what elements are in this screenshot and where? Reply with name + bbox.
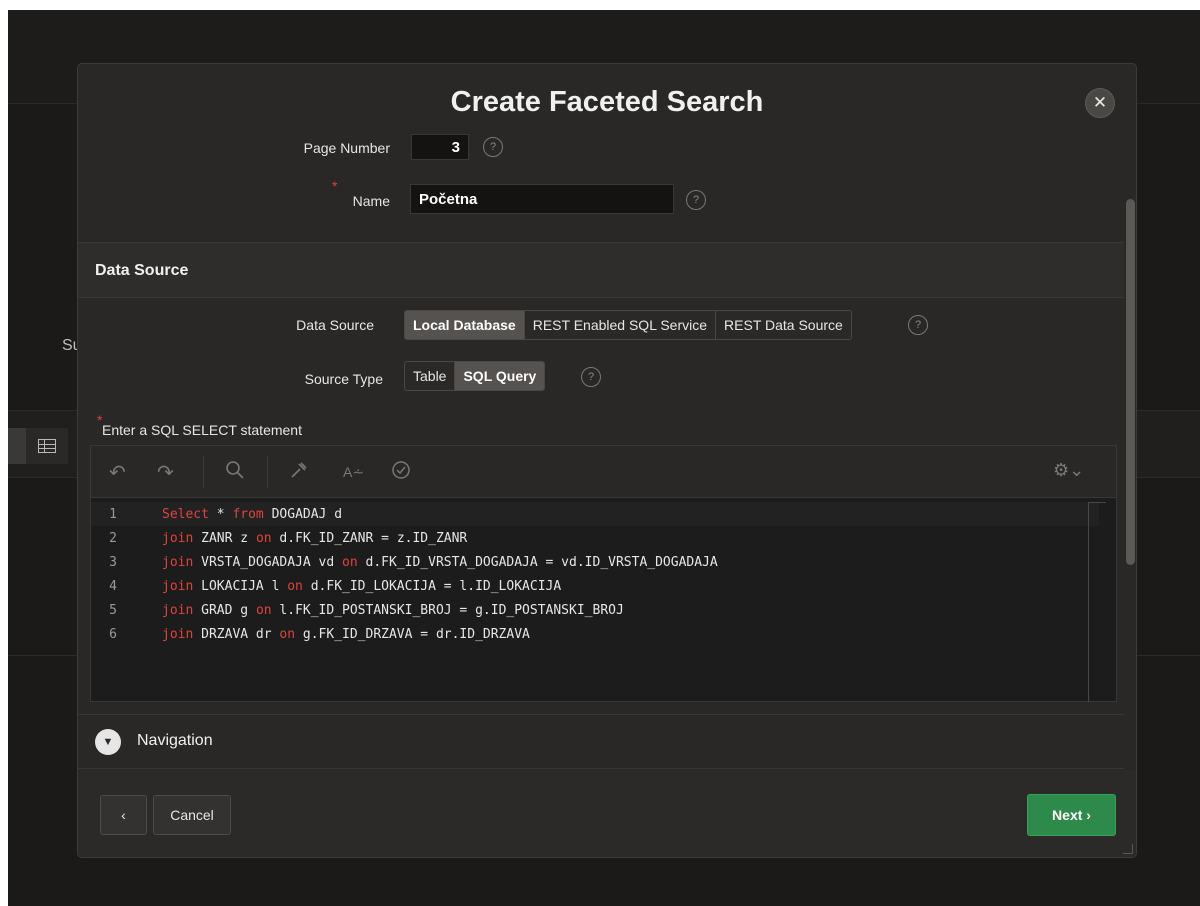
redo-icon[interactable]: ↷ [157,460,174,485]
line-number: 3 [109,554,117,570]
sql-code-area[interactable]: 1 Select * from DOGADAJ d 2 join ZANR z on … [91,502,1099,646]
navigation-label: Navigation [137,732,213,749]
data-source-section-title: Data Source [95,262,189,279]
chevron-down-icon[interactable]: ▼ [95,729,121,755]
close-button[interactable]: ✕ [1085,88,1115,118]
source-type-selector: Table SQL Query [404,361,546,391]
undo-icon[interactable]: ↶ [109,460,126,485]
editor-scrollbar[interactable] [1088,502,1106,702]
sql-code-editor[interactable]: ↶ ↷ A⩪ ⚙⌄ 1 Select * from DOGADAJ d 2 join … [90,445,1117,702]
dialog-title: Create Faceted Search [450,86,764,118]
code-text: join ZANR z on d.FK_ID_ZANR = z.ID_ZANR [162,530,468,546]
data-source-option-local-database[interactable]: Local Database [405,311,525,339]
data-source-help-icon[interactable]: ? [908,315,928,335]
code-text: join LOKACIJA l on d.FK_ID_LOKACIJA = l.… [162,578,562,594]
code-text: join VRSTA_DOGADAJA vd on d.FK_ID_VRSTA_… [162,554,718,570]
code-text: Select * from DOGADAJ d [162,506,343,522]
name-label: Name [352,193,390,209]
resize-handle[interactable] [1123,844,1133,854]
source-type-help-icon[interactable]: ? [581,367,601,387]
code-line[interactable]: 5 join GRAD g on l.FK_ID_POSTANSKI_BROJ =… [91,598,1099,622]
line-number: 4 [109,578,117,594]
search-icon[interactable] [225,460,245,486]
code-line[interactable]: 2 join ZANR z on d.FK_ID_ZANR = z.ID_ZANR [91,526,1099,550]
source-type-option-table[interactable]: Table [405,362,456,390]
editor-toolbar: ↶ ↷ A⩪ ⚙⌄ [91,446,1116,498]
code-text: join GRAD g on l.FK_ID_POSTANSKI_BROJ = … [162,602,624,618]
format-wrench-icon[interactable] [289,460,309,486]
data-source-option-rest-data-source[interactable]: REST Data Source [716,311,851,339]
line-number: 5 [109,602,117,618]
page-number-field[interactable]: 3 [411,134,469,160]
code-line[interactable]: 1 Select * from DOGADAJ d [91,502,1099,526]
line-number: 6 [109,626,117,642]
code-text: join DRZAVA dr on g.FK_ID_DRZAVA = dr.ID… [162,626,530,642]
cancel-button[interactable]: Cancel [153,795,231,835]
close-icon: ✕ [1092,93,1108,112]
name-input[interactable]: Početna [410,184,674,214]
validate-check-icon[interactable] [391,460,411,486]
background-view-toggle [8,428,68,464]
chevron-left-icon: ‹ [121,807,126,823]
code-line[interactable]: 4 join LOKACIJA l on d.FK_ID_LOKACIJA = l… [91,574,1099,598]
line-number: 1 [109,506,117,522]
code-line[interactable]: 6 join DRZAVA dr on g.FK_ID_DRZAVA = dr.I… [91,622,1099,646]
name-help-icon[interactable]: ? [686,190,706,210]
create-faceted-search-dialog: Create Faceted Search ✕ Page Number 3 ? … [77,63,1137,858]
settings-gear-icon[interactable]: ⚙⌄ [1053,460,1084,481]
navigation-section[interactable]: ▼ Navigation [78,714,1124,769]
dialog-scrollbar[interactable] [1126,199,1135,565]
data-source-option-rest-enabled-sql[interactable]: REST Enabled SQL Service [525,311,717,339]
line-number: 2 [109,530,117,546]
dialog-footer: ‹ Cancel Next › [78,770,1136,857]
previous-button[interactable]: ‹ [100,795,147,835]
name-required-marker: * [332,178,338,194]
page-number-label: Page Number [303,140,390,156]
source-type-option-sql-query[interactable]: SQL Query [455,362,545,390]
code-line[interactable]: 3 join VRSTA_DOGADAJA vd on d.FK_ID_VRSTA… [91,550,1099,574]
grid-view-icon [38,439,56,453]
source-type-label: Source Type [304,371,383,387]
next-button[interactable]: Next › [1027,794,1116,836]
page-number-help-icon[interactable]: ? [483,137,503,157]
sql-statement-label: Enter a SQL SELECT statement [102,422,302,438]
autocomplete-icon[interactable]: A⩪ [343,464,364,481]
data-source-selector: Local Database REST Enabled SQL Service … [404,310,852,340]
data-source-label: Data Source [296,317,374,333]
data-source-section-header: Data Source [78,242,1124,298]
